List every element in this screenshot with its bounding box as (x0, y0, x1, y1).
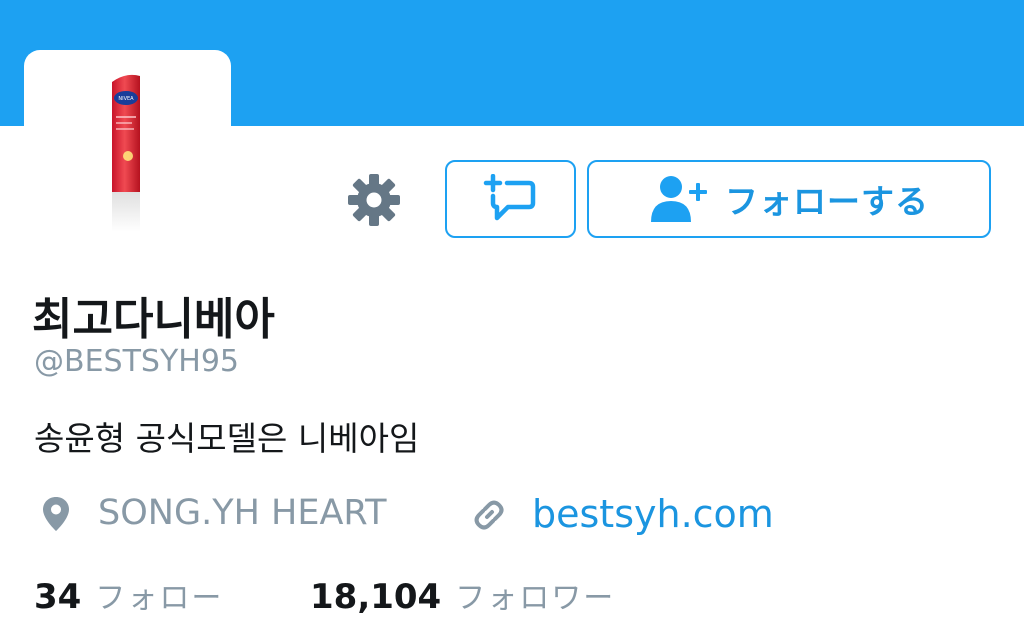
profile-bio: 송윤형 공식모델은 니베아임 (34, 419, 420, 458)
profile-handle[interactable]: @BESTSYH95 (34, 344, 239, 379)
followers-label: フォロワー (455, 581, 616, 616)
following-stat[interactable]: 34 フォロー (34, 573, 223, 617)
direct-message-button[interactable] (445, 160, 576, 238)
location-pin-icon (43, 497, 69, 531)
profile-website-link[interactable]: bestsyh.com (532, 492, 774, 536)
profile-name: 최고다니베아 (32, 294, 275, 345)
message-icon (483, 174, 535, 221)
follow-button-label: フォローする (725, 182, 929, 221)
following-label: フォロー (95, 581, 224, 616)
gear-icon[interactable] (348, 174, 400, 226)
following-count: 34 (34, 577, 82, 617)
svg-text:NIVEA: NIVEA (118, 96, 134, 102)
avatar-lipbalm-image: NIVEA (112, 74, 140, 232)
link-icon (474, 500, 504, 530)
followers-count: 18,104 (310, 577, 442, 617)
follow-person-icon (651, 176, 707, 222)
follow-button[interactable]: フォローする (587, 160, 991, 238)
profile-avatar[interactable]: NIVEA (24, 50, 231, 232)
profile-location: SONG.YH HEART (98, 493, 387, 533)
followers-stat[interactable]: 18,104 フォロワー (310, 573, 615, 617)
